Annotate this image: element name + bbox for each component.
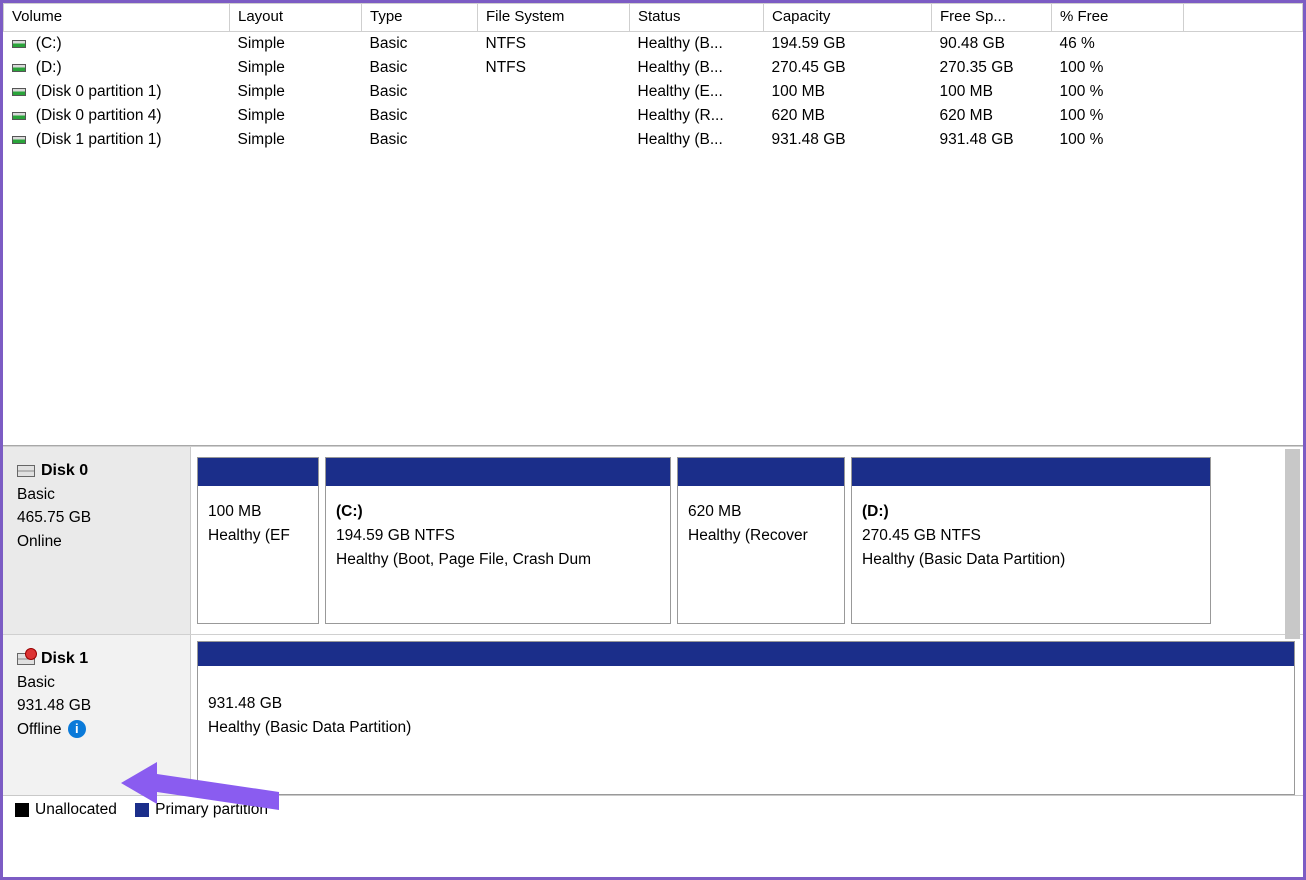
drive-icon <box>12 136 26 144</box>
col-status[interactable]: Status <box>630 4 764 32</box>
primary-swatch-icon <box>135 803 149 817</box>
partition-status: Healthy (Basic Data Partition) <box>208 716 1284 740</box>
disk-icon <box>17 465 35 477</box>
col-type[interactable]: Type <box>362 4 478 32</box>
partition-body: (C:)194.59 GB NTFSHealthy (Boot, Page Fi… <box>326 486 670 582</box>
table-row[interactable]: (Disk 0 partition 1)SimpleBasicHealthy (… <box>4 80 1303 104</box>
disk-size: 465.75 GB <box>17 506 180 529</box>
drive-icon <box>12 64 26 72</box>
legend-unallocated: Unallocated <box>15 801 121 818</box>
partition-label: (C:) <box>336 500 660 524</box>
partition-body: 620 MBHealthy (Recover <box>678 486 844 558</box>
disk-row[interactable]: Disk 0Basic465.75 GBOnline100 MBHealthy … <box>3 446 1303 634</box>
disk-title: Disk 1 <box>41 650 88 667</box>
disk-state: Online <box>17 530 180 553</box>
col-volume[interactable]: Volume <box>4 4 230 32</box>
partition-label: (D:) <box>862 500 1200 524</box>
disk-info[interactable]: Disk 1 Basic931.48 GBOffline i <box>3 635 191 805</box>
partition-size: 620 MB <box>688 500 834 524</box>
volume-list-pane: Volume Layout Type File System Status Ca… <box>3 3 1303 446</box>
table-row[interactable]: (C:)SimpleBasicNTFSHealthy (B...194.59 G… <box>4 32 1303 57</box>
legend-primary-label: Primary partition <box>155 801 268 818</box>
disk-info[interactable]: Disk 0 Basic465.75 GBOnline <box>3 447 191 634</box>
partition[interactable]: 100 MBHealthy (EF <box>197 457 319 624</box>
partition[interactable]: (C:)194.59 GB NTFSHealthy (Boot, Page Fi… <box>325 457 671 624</box>
partition-body: 100 MBHealthy (EF <box>198 486 318 558</box>
partition-status: Healthy (Boot, Page File, Crash Dum <box>336 548 660 572</box>
partition-area: 100 MBHealthy (EF(C:)194.59 GB NTFSHealt… <box>191 447 1303 634</box>
drive-icon <box>12 88 26 96</box>
disk-type: Basic <box>17 671 180 694</box>
disk-state: Offline i <box>17 718 180 741</box>
partition[interactable]: (D:)270.45 GB NTFSHealthy (Basic Data Pa… <box>851 457 1211 624</box>
volume-table: Volume Layout Type File System Status Ca… <box>3 3 1303 152</box>
partition-color-bar <box>678 458 844 486</box>
partition-body: (D:)270.45 GB NTFSHealthy (Basic Data Pa… <box>852 486 1210 582</box>
partition-size: 100 MB <box>208 500 308 524</box>
disk-type: Basic <box>17 483 180 506</box>
partition[interactable]: 931.48 GBHealthy (Basic Data Partition) <box>197 641 1295 795</box>
partition-area: 931.48 GBHealthy (Basic Data Partition) <box>191 635 1303 805</box>
partition-color-bar <box>326 458 670 486</box>
vertical-scrollbar[interactable] <box>1285 449 1300 639</box>
col-fs[interactable]: File System <box>478 4 630 32</box>
disk-map-pane: Disk 0Basic465.75 GBOnline100 MBHealthy … <box>3 446 1303 829</box>
partition-status: Healthy (Basic Data Partition) <box>862 548 1200 572</box>
col-pct[interactable]: % Free <box>1052 4 1184 32</box>
partition-size: 194.59 GB NTFS <box>336 524 660 548</box>
drive-icon <box>12 40 26 48</box>
partition-size: 931.48 GB <box>208 692 1284 716</box>
partition-color-bar <box>198 458 318 486</box>
col-capacity[interactable]: Capacity <box>764 4 932 32</box>
unallocated-swatch-icon <box>15 803 29 817</box>
partition-status: Healthy (Recover <box>688 524 834 548</box>
table-row[interactable]: (Disk 1 partition 1)SimpleBasicHealthy (… <box>4 128 1303 152</box>
disk-icon <box>17 653 35 665</box>
volume-table-header-row: Volume Layout Type File System Status Ca… <box>4 4 1303 32</box>
table-row[interactable]: (D:)SimpleBasicNTFSHealthy (B...270.45 G… <box>4 56 1303 80</box>
disk-title: Disk 0 <box>41 462 88 479</box>
partition-status: Healthy (EF <box>208 524 308 548</box>
disk-size: 931.48 GB <box>17 694 180 717</box>
disk-row[interactable]: Disk 1Basic931.48 GBOffline i931.48 GBHe… <box>3 634 1303 806</box>
legend-unallocated-label: Unallocated <box>35 801 117 818</box>
col-spacer <box>1184 4 1303 32</box>
partition-color-bar <box>198 642 1294 666</box>
drive-icon <box>12 112 26 120</box>
partition-body: 931.48 GBHealthy (Basic Data Partition) <box>198 666 1294 750</box>
partition-size: 270.45 GB NTFS <box>862 524 1200 548</box>
col-layout[interactable]: Layout <box>230 4 362 32</box>
legend: Unallocated Primary partition <box>3 795 1303 829</box>
col-free[interactable]: Free Sp... <box>932 4 1052 32</box>
partition[interactable]: 620 MBHealthy (Recover <box>677 457 845 624</box>
info-icon[interactable]: i <box>68 720 86 738</box>
table-row[interactable]: (Disk 0 partition 4)SimpleBasicHealthy (… <box>4 104 1303 128</box>
legend-primary: Primary partition <box>135 801 268 818</box>
partition-color-bar <box>852 458 1210 486</box>
